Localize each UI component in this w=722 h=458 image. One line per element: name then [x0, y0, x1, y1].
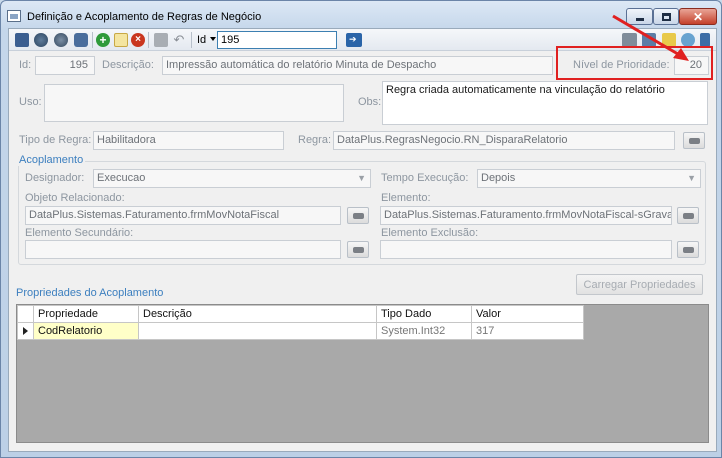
- add-icon[interactable]: +: [96, 33, 110, 47]
- obs-label: Obs:: [358, 96, 382, 108]
- save-icon[interactable]: [15, 33, 29, 47]
- tempo-execucao-value: Depois: [481, 172, 516, 184]
- obs-field[interactable]: Regra criada automaticamente na vinculaç…: [382, 81, 708, 125]
- secundario-lookup-button[interactable]: [347, 241, 369, 258]
- chevron-down-icon[interactable]: ▼: [687, 173, 696, 183]
- tipo-regra-label: Tipo de Regra:: [19, 134, 92, 146]
- uso-label: Uso:: [19, 96, 42, 108]
- toolbar-separator: [191, 32, 192, 48]
- exclusao-lookup-button[interactable]: [677, 241, 699, 258]
- regra-lookup-button[interactable]: [683, 132, 705, 149]
- elemento-exclusao-label: Elemento Exclusão:: [381, 227, 479, 239]
- row-header-corner: [17, 305, 34, 323]
- info-icon[interactable]: [681, 33, 695, 47]
- title-bar[interactable]: Definição e Acoplamento de Regras de Neg…: [1, 1, 721, 29]
- exit-icon[interactable]: [700, 33, 710, 47]
- carregar-propriedades-button[interactable]: Carregar Propriedades: [576, 274, 703, 295]
- form-client-area: + × ↶ Id Id: 195 Descrição: Impressão au…: [8, 28, 717, 452]
- window-title: Definição e Acoplamento de Regras de Neg…: [27, 11, 262, 23]
- propriedades-title: Propriedades do Acoplamento: [16, 287, 164, 299]
- save-disabled-icon[interactable]: [154, 33, 168, 47]
- maximize-icon: [661, 12, 671, 21]
- window-icon[interactable]: [642, 33, 656, 47]
- objeto-relacionado-field[interactable]: DataPlus.Sistemas.Faturamento.frmMovNota…: [25, 206, 341, 225]
- chevron-down-icon[interactable]: ▼: [357, 173, 366, 183]
- table-row[interactable]: CodRelatorio System.Int32 317: [17, 322, 584, 340]
- designador-value: Execucao: [97, 172, 146, 184]
- toolbar-separator: [148, 32, 149, 48]
- close-icon: ✕: [692, 9, 704, 24]
- tipo-regra-field[interactable]: Habilitadora: [93, 131, 284, 150]
- cell-descricao[interactable]: [138, 322, 377, 340]
- toolbar-separator: [92, 32, 93, 48]
- cell-valor[interactable]: 317: [471, 322, 584, 340]
- app-window: Definição e Acoplamento de Regras de Neg…: [0, 0, 722, 458]
- globe-search-icon[interactable]: [54, 33, 68, 47]
- close-button[interactable]: ✕: [679, 8, 717, 25]
- elemento-field[interactable]: DataPlus.Sistemas.Faturamento.frmMovNota…: [380, 206, 672, 225]
- minimize-icon: [635, 18, 644, 21]
- uso-field[interactable]: [44, 84, 344, 122]
- note-icon[interactable]: [662, 33, 676, 47]
- delete-icon[interactable]: ×: [131, 33, 145, 47]
- elemento-secundario-field[interactable]: [25, 240, 341, 259]
- tempo-execucao-label: Tempo Execução:: [381, 172, 469, 184]
- elemento-lookup-button[interactable]: [677, 207, 699, 224]
- objeto-lookup-button[interactable]: [347, 207, 369, 224]
- column-header-propriedade[interactable]: Propriedade: [33, 305, 139, 323]
- go-icon[interactable]: [346, 33, 362, 47]
- elemento-exclusao-field[interactable]: [380, 240, 672, 259]
- undo-icon[interactable]: ↶: [172, 33, 186, 47]
- maximize-button[interactable]: [653, 8, 679, 25]
- minimize-button[interactable]: [626, 8, 653, 25]
- acoplamento-title: Acoplamento: [17, 154, 86, 166]
- propriedades-table: Propriedade Descrição Tipo Dado Valor Co…: [17, 305, 584, 340]
- priority-highlight-box: [556, 46, 713, 80]
- column-header-tipo-dado[interactable]: Tipo Dado: [376, 305, 472, 323]
- cell-propriedade[interactable]: CodRelatorio: [33, 322, 139, 340]
- cell-tipo-dado[interactable]: System.Int32: [376, 322, 472, 340]
- descricao-field[interactable]: Impressão automática do relatório Minuta…: [162, 56, 553, 75]
- app-icon: [7, 10, 21, 22]
- elemento-secundario-label: Elemento Secundário:: [25, 227, 134, 239]
- designador-combo[interactable]: Execucao ▼: [93, 169, 371, 188]
- table-header-row: Propriedade Descrição Tipo Dado Valor: [17, 305, 584, 323]
- id-label: Id:: [19, 59, 32, 71]
- current-row-icon: [23, 327, 28, 335]
- chevron-down-icon[interactable]: [210, 37, 216, 41]
- propriedades-grid[interactable]: Propriedade Descrição Tipo Dado Valor Co…: [16, 304, 709, 443]
- objeto-relacionado-label: Objeto Relacionado:: [25, 192, 125, 204]
- regra-label: Regra:: [298, 134, 332, 146]
- column-header-descricao[interactable]: Descrição: [138, 305, 377, 323]
- id-field[interactable]: 195: [35, 56, 95, 75]
- designador-label: Designador:: [25, 172, 85, 184]
- id-search-input[interactable]: [217, 31, 337, 49]
- elemento-label: Elemento:: [381, 192, 431, 204]
- print-icon[interactable]: [622, 33, 637, 47]
- regra-field[interactable]: DataPlus.RegrasNegocio.RN_DisparaRelator…: [333, 131, 675, 150]
- edit-icon[interactable]: [114, 33, 128, 47]
- descricao-label: Descrição:: [102, 59, 154, 71]
- column-header-valor[interactable]: Valor: [471, 305, 584, 323]
- disk-icon[interactable]: [74, 33, 88, 47]
- row-selector[interactable]: [17, 322, 34, 340]
- id-search-label[interactable]: Id: [197, 34, 206, 46]
- tempo-execucao-combo[interactable]: Depois ▼: [477, 169, 701, 188]
- globe-icon[interactable]: [34, 33, 48, 47]
